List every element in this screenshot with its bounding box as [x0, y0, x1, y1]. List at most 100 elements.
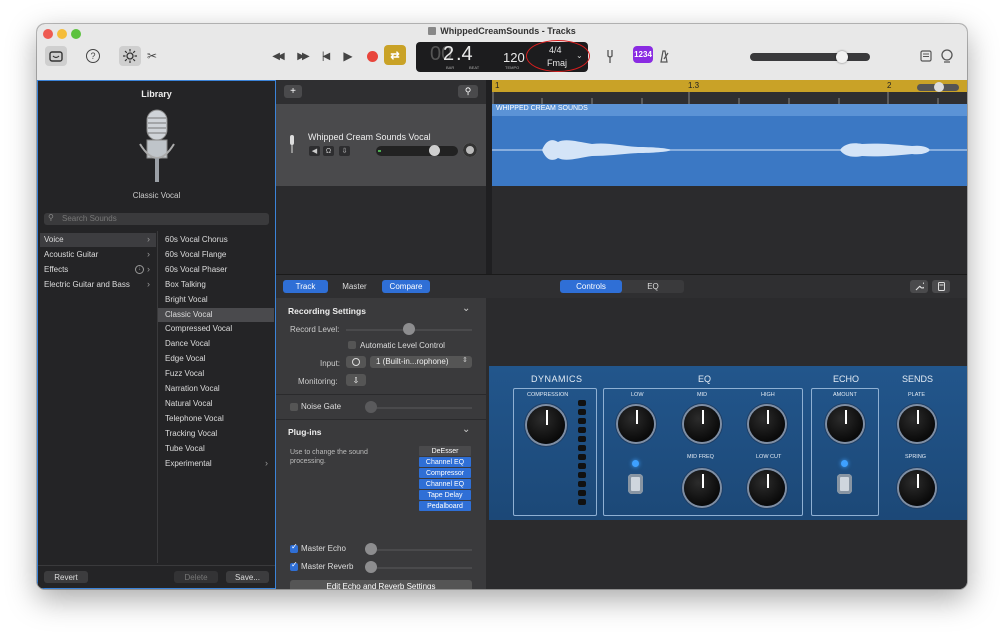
plugins-description: Use to change the sound processing.	[290, 449, 368, 465]
track-volume-slider[interactable]	[376, 145, 458, 156]
edit-plugin-button[interactable]	[910, 280, 928, 293]
noise-gate-slider[interactable]	[366, 407, 472, 409]
echo-amount-knob[interactable]	[827, 406, 863, 442]
plugin-slot[interactable]: Compressor	[419, 468, 471, 478]
master-reverb-checkbox[interactable]: ✓	[290, 560, 298, 571]
timeline-ruler[interactable]: 1 1.3 2	[492, 80, 967, 104]
noise-gate-thumb[interactable]	[365, 401, 377, 413]
quick-help-button[interactable]: ?	[83, 46, 103, 66]
preset-item[interactable]: Bright Vocal	[158, 293, 274, 307]
preset-item[interactable]: 60s Vocal Chorus	[158, 233, 274, 247]
category-item[interactable]: Effects › ↓	[40, 263, 156, 277]
count-in-button[interactable]: 1234	[633, 46, 653, 63]
compression-knob[interactable]	[527, 406, 565, 444]
preset-item[interactable]: Experimental ›	[158, 457, 274, 471]
metronome-button[interactable]	[657, 46, 671, 66]
editors-button[interactable]: ✂	[145, 46, 159, 66]
preset-item[interactable]: 60s Vocal Flange	[158, 248, 274, 262]
preset-item[interactable]: Natural Vocal	[158, 397, 274, 411]
master-volume-thumb[interactable]	[836, 51, 849, 63]
plate-knob[interactable]	[899, 406, 935, 442]
audio-region[interactable]: WHIPPED CREAM SOUNDS	[492, 104, 967, 186]
solo-button[interactable]: Ω	[323, 146, 334, 156]
preset-item[interactable]: Narration Vocal	[158, 382, 274, 396]
master-echo-checkbox[interactable]: ✓	[290, 542, 298, 553]
collapse-plugins-icon[interactable]: ⌄	[462, 424, 470, 435]
preset-item[interactable]: 60s Vocal Phaser	[158, 263, 274, 277]
eq-mid-knob[interactable]	[684, 406, 720, 442]
add-track-button[interactable]: +	[284, 85, 302, 98]
eq-low-knob[interactable]	[618, 406, 654, 442]
record-level-label: Record Level:	[290, 325, 340, 334]
preset-item[interactable]: Telephone Vocal	[158, 412, 274, 426]
monitoring-button[interactable]: ⇩	[346, 374, 366, 386]
spring-knob[interactable]	[899, 470, 935, 506]
plugin-slot[interactable]: Tape Delay	[419, 490, 471, 500]
tab-eq[interactable]: EQ	[622, 280, 684, 293]
search-sounds-input[interactable]: ⚲ Search Sounds	[44, 213, 269, 225]
track-header[interactable]: Whipped Cream Sounds Vocal ◀ Ω ⇩	[276, 104, 486, 186]
plugin-slot[interactable]: Pedalboard	[419, 501, 471, 511]
compare-button[interactable]: Compare	[382, 280, 430, 293]
catch-playhead-button[interactable]: ⚲	[458, 85, 478, 98]
download-icon[interactable]: ↓	[135, 265, 144, 274]
lcd-display[interactable]: 00 2 .4 BAR BEAT 120 TEMPO 4/4 Fmaj ⌄	[416, 40, 590, 72]
master-echo-slider[interactable]	[366, 549, 472, 551]
preset-item[interactable]: Box Talking	[158, 278, 274, 292]
plugin-slot[interactable]: Channel EQ	[419, 457, 471, 467]
tuner-button[interactable]	[603, 46, 617, 66]
auto-level-checkbox[interactable]	[348, 341, 356, 349]
go-to-beginning-button[interactable]: |◀	[317, 46, 333, 66]
preset-item[interactable]: Edge Vocal	[158, 352, 274, 366]
collapse-recording-icon[interactable]: ⌄	[462, 303, 470, 314]
low-cut-knob[interactable]	[749, 470, 785, 506]
noise-gate-checkbox[interactable]	[290, 403, 298, 411]
master-echo-thumb[interactable]	[365, 543, 377, 555]
delete-button[interactable]: Delete	[174, 571, 218, 583]
echo-toggle-switch[interactable]	[837, 474, 852, 494]
zoom-slider-thumb[interactable]	[934, 82, 944, 92]
eq-toggle-switch[interactable]	[628, 474, 643, 494]
category-item[interactable]: Acoustic Guitar ›	[40, 248, 156, 262]
save-button[interactable]: Save...	[226, 571, 269, 583]
record-button[interactable]	[364, 46, 380, 66]
library-button[interactable]	[45, 46, 67, 66]
inspector-button[interactable]	[932, 280, 950, 293]
loop-browser-button[interactable]	[939, 46, 955, 66]
input-format-button[interactable]	[346, 356, 366, 368]
preset-item[interactable]: Classic Vocal	[158, 307, 274, 322]
category-item[interactable]: Voice ›	[40, 233, 156, 247]
revert-button[interactable]: Revert	[44, 571, 88, 583]
tab-controls[interactable]: Controls	[560, 280, 622, 293]
mute-button[interactable]: ◀	[309, 146, 320, 156]
plugin-slot[interactable]: Channel EQ	[419, 479, 471, 489]
master-reverb-thumb[interactable]	[365, 561, 377, 573]
preset-item[interactable]: Dance Vocal	[158, 337, 274, 351]
track-volume-thumb[interactable]	[429, 145, 440, 156]
mid-freq-knob[interactable]	[684, 470, 720, 506]
edit-echo-reverb-button[interactable]: Edit Echo and Reverb Settings	[290, 580, 472, 589]
fast-forward-button[interactable]: ▶▶	[292, 46, 312, 66]
tab-master[interactable]: Master	[332, 280, 377, 293]
record-level-thumb[interactable]	[403, 323, 415, 335]
play-button[interactable]: ▶	[340, 46, 356, 66]
tab-track[interactable]: Track	[283, 280, 328, 293]
category-item[interactable]: Electric Guitar and Bass ›	[40, 278, 156, 292]
plugin-slot[interactable]: DeEsser	[419, 446, 471, 456]
cycle-region[interactable]	[492, 80, 967, 92]
notepad-button[interactable]	[919, 46, 933, 66]
input-select[interactable]: 1 (Built-in...rophone) ⇕	[370, 356, 472, 368]
preset-item[interactable]: Tracking Vocal	[158, 427, 274, 441]
cycle-button[interactable]: ⇄	[384, 45, 406, 65]
pan-knob[interactable]	[463, 143, 477, 157]
rewind-button[interactable]: ◀◀	[267, 46, 287, 66]
preset-item[interactable]: Tube Vocal	[158, 442, 274, 456]
master-reverb-slider[interactable]	[366, 567, 472, 569]
eq-high-knob[interactable]	[749, 406, 785, 442]
smart-controls-button[interactable]	[119, 46, 141, 66]
input-monitoring-button[interactable]: ⇩	[339, 146, 350, 156]
preset-item[interactable]: Compressed Vocal	[158, 322, 274, 336]
zoom-slider[interactable]	[917, 82, 959, 92]
preset-item[interactable]: Fuzz Vocal	[158, 367, 274, 381]
master-volume-slider[interactable]	[750, 51, 870, 63]
